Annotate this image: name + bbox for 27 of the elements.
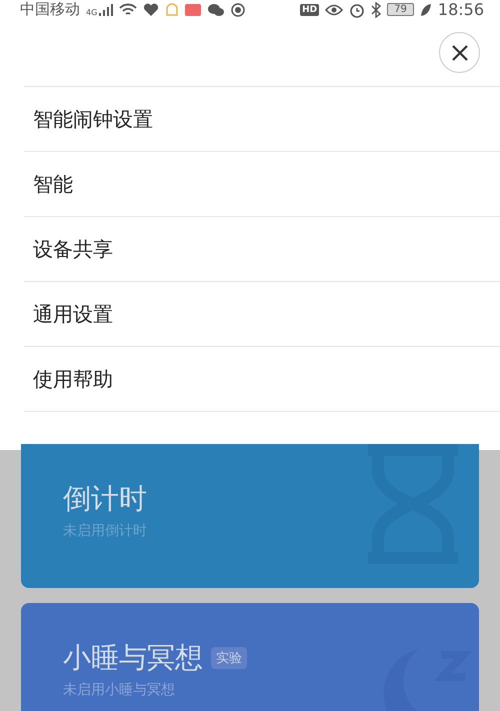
menu-item[interactable]: 智能: [33, 170, 73, 198]
feature-card[interactable]: 小睡与冥想 实验 未启用小睡与冥想: [21, 603, 479, 711]
experimental-badge: 实验: [211, 647, 247, 669]
card-subtitle: 未启用小睡与冥想: [63, 681, 176, 699]
hd-badge: HD: [300, 4, 320, 16]
alarm-icon: [349, 2, 366, 18]
battery-level: 79: [387, 3, 414, 16]
carrier-name: 中国移动: [20, 0, 80, 19]
signal-icon: [99, 4, 114, 16]
card-title: 倒计时: [63, 481, 147, 517]
leaf-icon: [420, 2, 432, 16]
menu-item[interactable]: 使用帮助: [33, 366, 113, 392]
bluetooth-icon: [371, 2, 382, 18]
clock-time: 18:56: [438, 0, 484, 19]
eye-icon: [325, 2, 344, 16]
card-subtitle: 未启用倒计时: [63, 522, 148, 540]
close-icon: [450, 44, 468, 62]
chat-icon: [207, 2, 226, 16]
close-button[interactable]: [439, 32, 480, 73]
menu-item[interactable]: 通用设置: [33, 300, 113, 328]
card-title: 小睡与冥想: [63, 640, 203, 676]
menu-item[interactable]: 设备共享: [33, 236, 113, 262]
menu-item[interactable]: 智能闹钟设置: [33, 106, 153, 132]
network-type: 4G: [86, 8, 98, 17]
wifi-icon: [119, 2, 138, 16]
heart-icon: [143, 2, 160, 16]
app-icon: [185, 4, 202, 16]
